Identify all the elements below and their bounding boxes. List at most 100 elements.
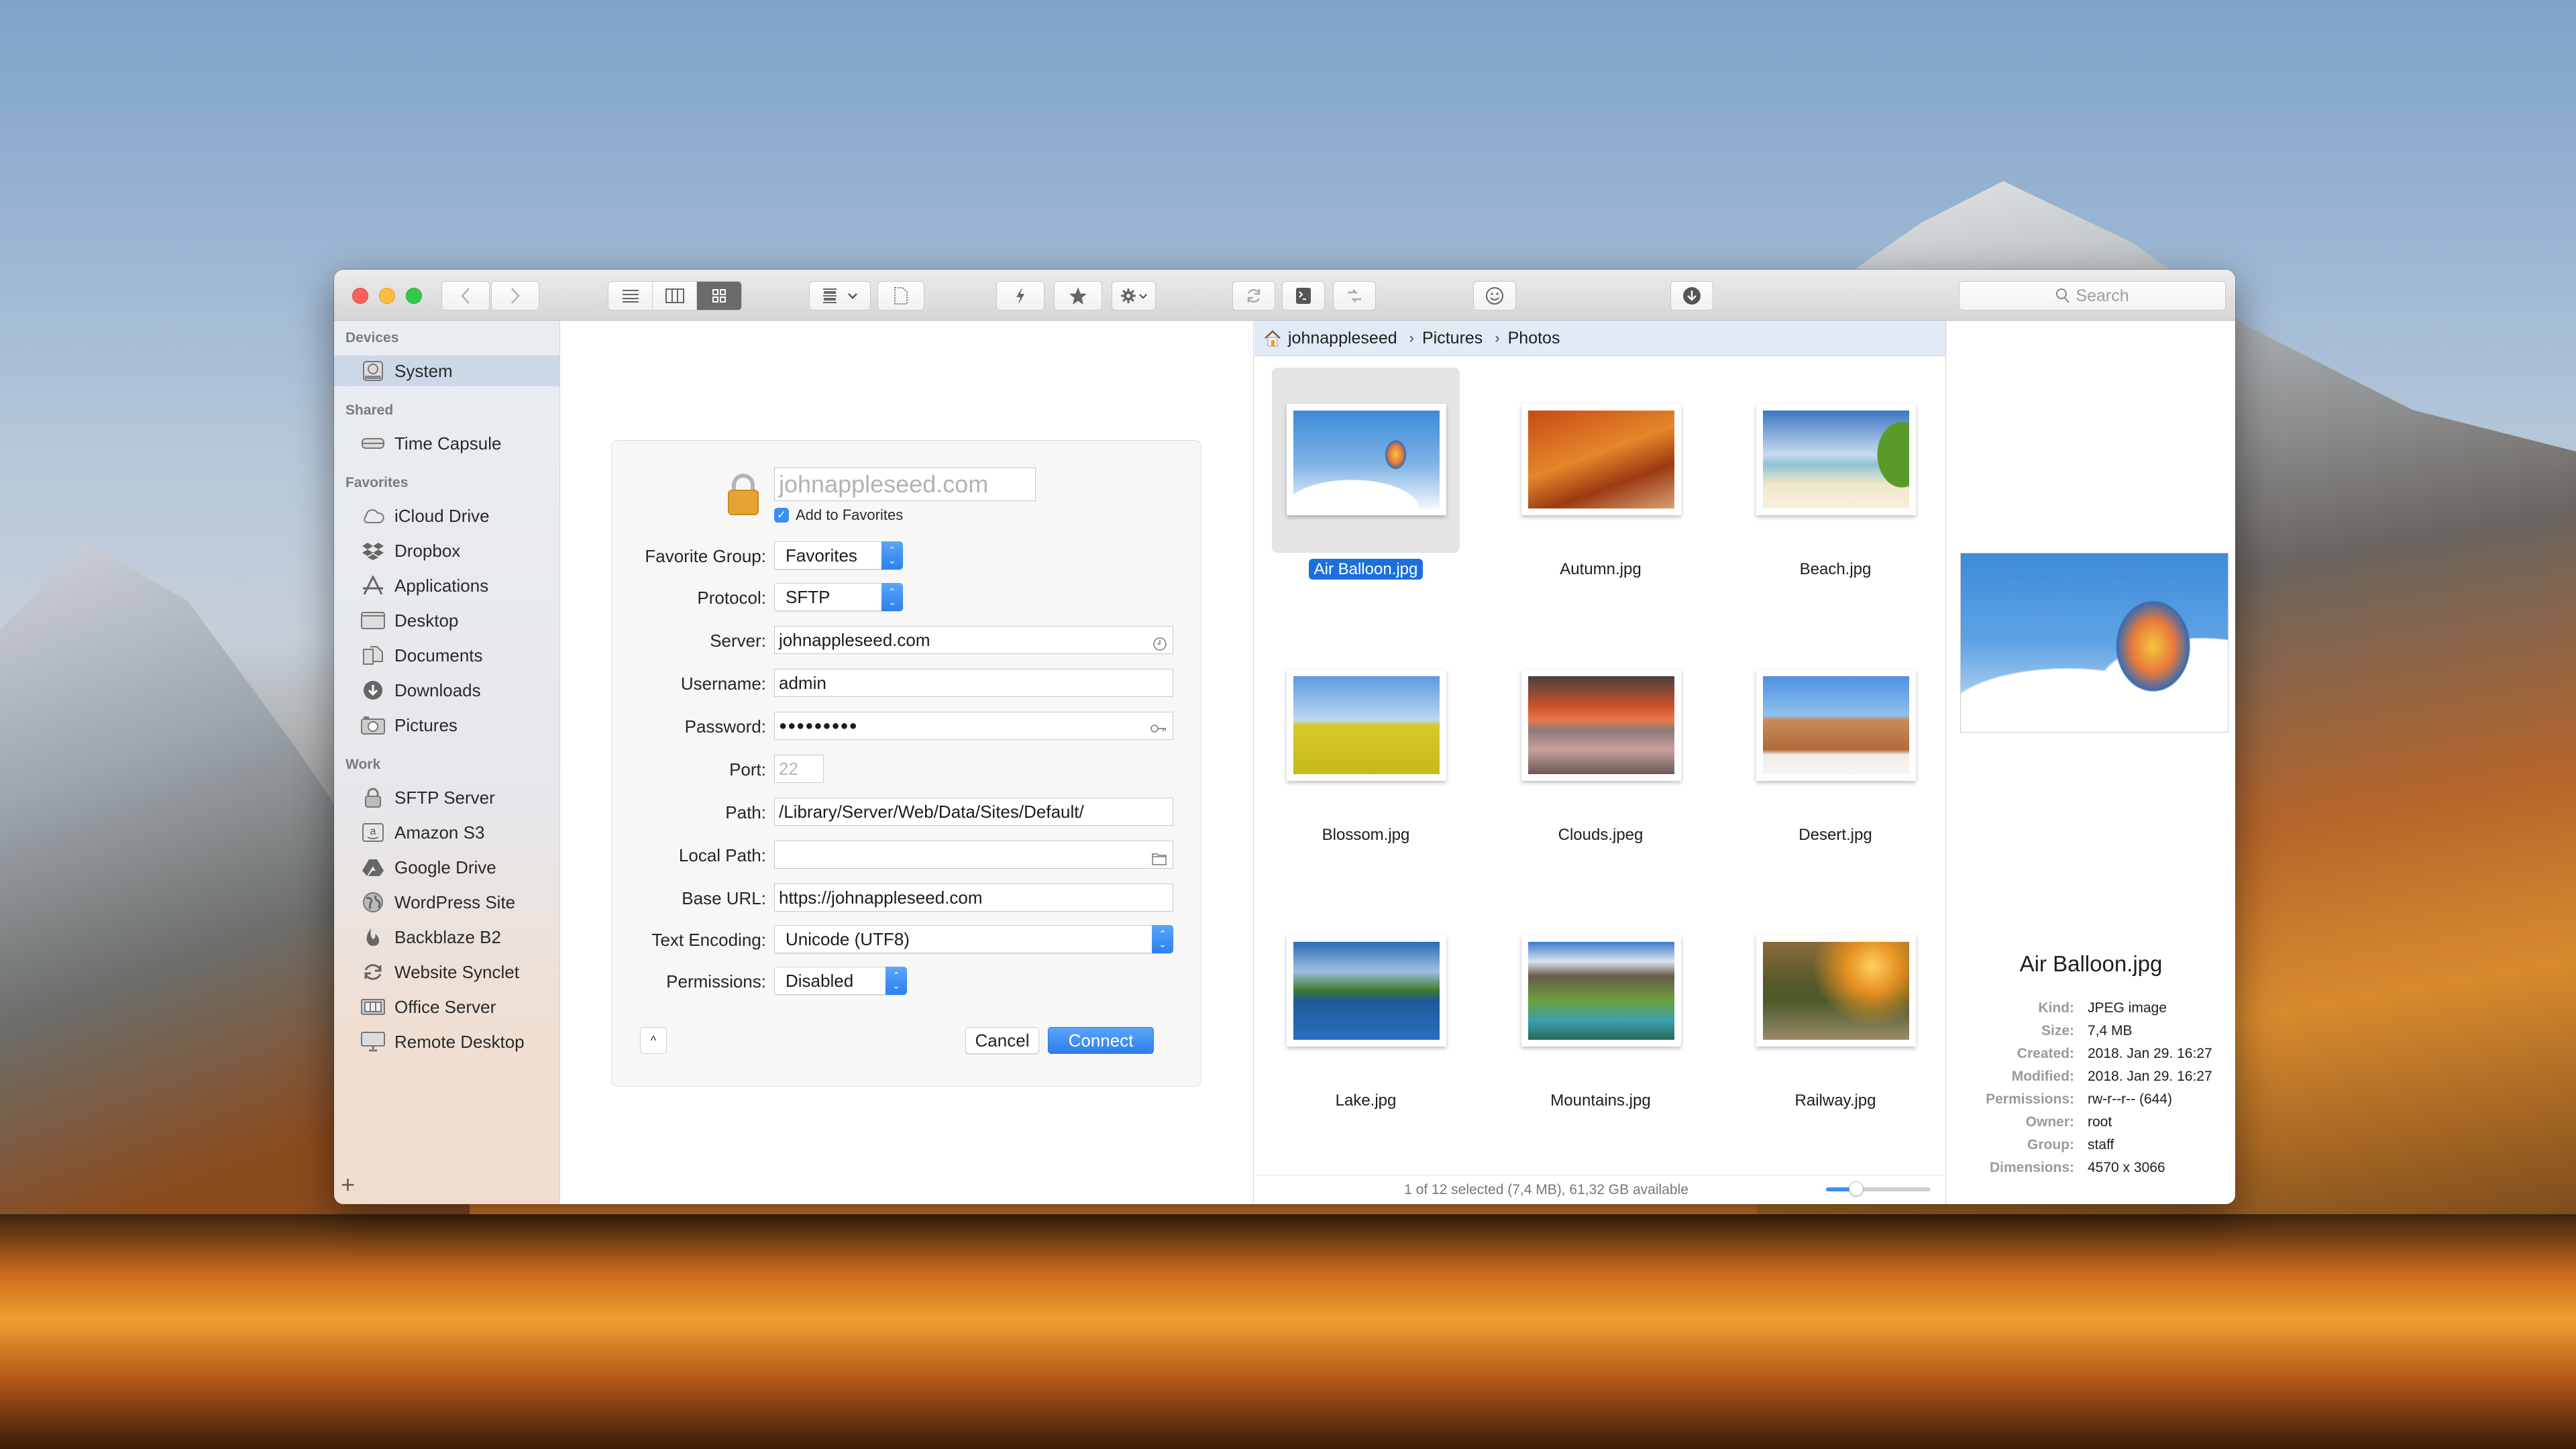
sidebar-item-downloads[interactable]: Downloads xyxy=(334,675,559,706)
chevron-right-icon xyxy=(511,288,520,304)
list-icon xyxy=(622,290,639,303)
sidebar-item-label: System xyxy=(394,360,453,381)
sidebar-item-label: Remote Desktop xyxy=(394,1031,525,1052)
key-icon[interactable] xyxy=(1150,718,1167,739)
zoom-slider[interactable] xyxy=(1826,1181,1931,1196)
zoom-slider-knob[interactable] xyxy=(1848,1181,1864,1196)
view-list-button[interactable] xyxy=(608,282,653,310)
sidebar-item-backblaze-b2[interactable]: Backblaze B2 xyxy=(334,922,559,953)
lightning-icon xyxy=(1016,287,1024,305)
sidebar-item-desktop[interactable]: Desktop xyxy=(334,605,559,636)
bookmark-name-input[interactable]: johnappleseed.com xyxy=(774,468,1036,501)
local-path-input[interactable] xyxy=(774,841,1173,869)
permissions-select[interactable]: Disabled ⌃ ⌄ xyxy=(774,967,907,995)
favorite-group-select[interactable]: Favorites ⌃ ⌄ xyxy=(774,541,903,570)
text-encoding-select[interactable]: Unicode (UTF8) ⌃ ⌄ xyxy=(774,925,1173,953)
file-item[interactable]: Mountains.jpg xyxy=(1489,888,1681,1142)
add-favorite-button[interactable]: + xyxy=(341,1171,355,1199)
expand-options-button[interactable]: ^ xyxy=(640,1027,667,1054)
server-row: Server: johnappleseed.com xyxy=(612,626,1202,655)
view-icons-button[interactable] xyxy=(697,282,741,310)
port-row: Port: 22 xyxy=(612,755,1202,784)
view-columns-button[interactable] xyxy=(653,282,697,310)
sidebar-item-icloud-drive[interactable]: iCloud Drive xyxy=(334,500,559,531)
toolbar: Search xyxy=(334,270,2235,321)
info-key: Dimensions: xyxy=(1989,1160,2074,1175)
search-field[interactable]: Search xyxy=(1959,281,2226,311)
minimize-button[interactable] xyxy=(379,288,395,304)
username-input[interactable]: admin xyxy=(774,669,1173,697)
file-item[interactable]: Air Balloon.jpg xyxy=(1254,356,1460,611)
breadcrumb-item[interactable]: Pictures xyxy=(1422,329,1483,348)
quick-connect-button[interactable] xyxy=(996,281,1044,311)
view-mode-segment xyxy=(608,281,742,311)
sidebar-item-google-drive[interactable]: Google Drive xyxy=(334,852,559,883)
favorites-button[interactable] xyxy=(1054,281,1102,311)
password-label: Password: xyxy=(684,716,766,737)
file-item[interactable]: Desert.jpg xyxy=(1724,622,1916,877)
transfer-button[interactable] xyxy=(1333,281,1376,311)
permissions-label: Permissions: xyxy=(666,971,766,991)
terminal-icon xyxy=(1296,288,1311,304)
search-placeholder: Search xyxy=(2076,286,2129,305)
file-item[interactable]: Railway.jpg xyxy=(1724,888,1916,1142)
add-to-favorites-checkbox[interactable]: ✓ Add to Favorites xyxy=(774,506,903,524)
sidebar-item-wordpress-site[interactable]: WordPress Site xyxy=(334,887,559,918)
sidebar-item-office-server[interactable]: Office Server xyxy=(334,991,559,1022)
arrange-button[interactable] xyxy=(809,281,871,311)
monitor-icon xyxy=(361,1031,385,1053)
emoji-button[interactable] xyxy=(1473,281,1516,311)
file-item[interactable]: Clouds.jpeg xyxy=(1489,622,1681,877)
preview-pane: Air Balloon.jpg Kind: JPEG image Size: 7,4… xyxy=(1947,321,2235,1204)
back-button[interactable] xyxy=(441,281,490,311)
password-input[interactable]: ●●●●●●●●● xyxy=(774,712,1173,740)
protocol-select[interactable]: SFTP ⌃ ⌄ xyxy=(774,583,903,611)
cancel-button[interactable]: Cancel xyxy=(965,1027,1039,1054)
folder-icon[interactable] xyxy=(1151,847,1167,868)
sidebar-item-remote-desktop[interactable]: Remote Desktop xyxy=(334,1026,559,1057)
action-button[interactable] xyxy=(1112,281,1156,311)
sidebar-item-label: Documents xyxy=(394,645,483,665)
info-row-size: Size: 7,4 MB xyxy=(1947,1020,2235,1042)
sidebar-item-website-synclet[interactable]: Website Synclet xyxy=(334,957,559,987)
password-row: Password: ●●●●●●●●● xyxy=(612,712,1202,741)
sidebar-item-time-capsule[interactable]: Time Capsule xyxy=(334,428,559,459)
maximize-button[interactable] xyxy=(406,288,422,304)
base-url-input[interactable]: https://johnappleseed.com xyxy=(774,883,1173,912)
file-item[interactable]: Blossom.jpg xyxy=(1254,622,1446,877)
file-thumbnail xyxy=(1287,669,1446,781)
connect-button[interactable]: Connect xyxy=(1048,1027,1154,1054)
server-input[interactable]: johnappleseed.com xyxy=(774,626,1173,654)
info-key: Modified: xyxy=(2011,1069,2074,1084)
sidebar-item-documents[interactable]: Documents xyxy=(334,640,559,671)
file-item[interactable]: Beach.jpg xyxy=(1724,356,1916,611)
path-input[interactable]: /Library/Server/Web/Data/Sites/Default/ xyxy=(774,798,1173,826)
terminal-button[interactable] xyxy=(1282,281,1325,311)
port-input[interactable]: 22 xyxy=(774,755,824,783)
sidebar-item-label: iCloud Drive xyxy=(394,505,490,526)
new-file-button[interactable] xyxy=(877,281,924,311)
sync-button[interactable] xyxy=(1232,281,1275,311)
sidebar-item-amazon-s3[interactable]: a Amazon S3 xyxy=(334,817,559,848)
sidebar-item-dropbox[interactable]: Dropbox xyxy=(334,535,559,566)
info-row-kind: Kind: JPEG image xyxy=(1947,997,2235,1020)
breadcrumb-item[interactable]: Photos xyxy=(1508,329,1560,348)
history-icon[interactable] xyxy=(1152,632,1167,653)
sync-icon xyxy=(361,961,385,983)
download-icon xyxy=(1683,287,1701,305)
breadcrumb-item[interactable]: johnappleseed xyxy=(1288,329,1397,348)
forward-button[interactable] xyxy=(491,281,539,311)
close-button[interactable] xyxy=(352,288,368,304)
sidebar-item-label: Downloads xyxy=(394,680,481,700)
download-button[interactable] xyxy=(1670,281,1713,311)
sidebar-item-applications[interactable]: Applications xyxy=(334,570,559,601)
preview-image xyxy=(1960,553,2229,733)
file-item[interactable]: Lake.jpg xyxy=(1254,888,1446,1142)
file-name: Railway.jpg xyxy=(1794,1091,1876,1110)
file-item[interactable]: Autumn.jpg xyxy=(1489,356,1681,611)
info-row-modified: Modified: 2018. Jan 29. 16:27 xyxy=(1947,1065,2235,1088)
sidebar-item-sftp-server[interactable]: SFTP Server xyxy=(334,782,559,813)
sidebar-item-pictures[interactable]: Pictures xyxy=(334,710,559,741)
sidebar-item-system[interactable]: System xyxy=(334,356,559,386)
sidebar: Devices System Shared Time Capsule Favor… xyxy=(334,321,560,1204)
